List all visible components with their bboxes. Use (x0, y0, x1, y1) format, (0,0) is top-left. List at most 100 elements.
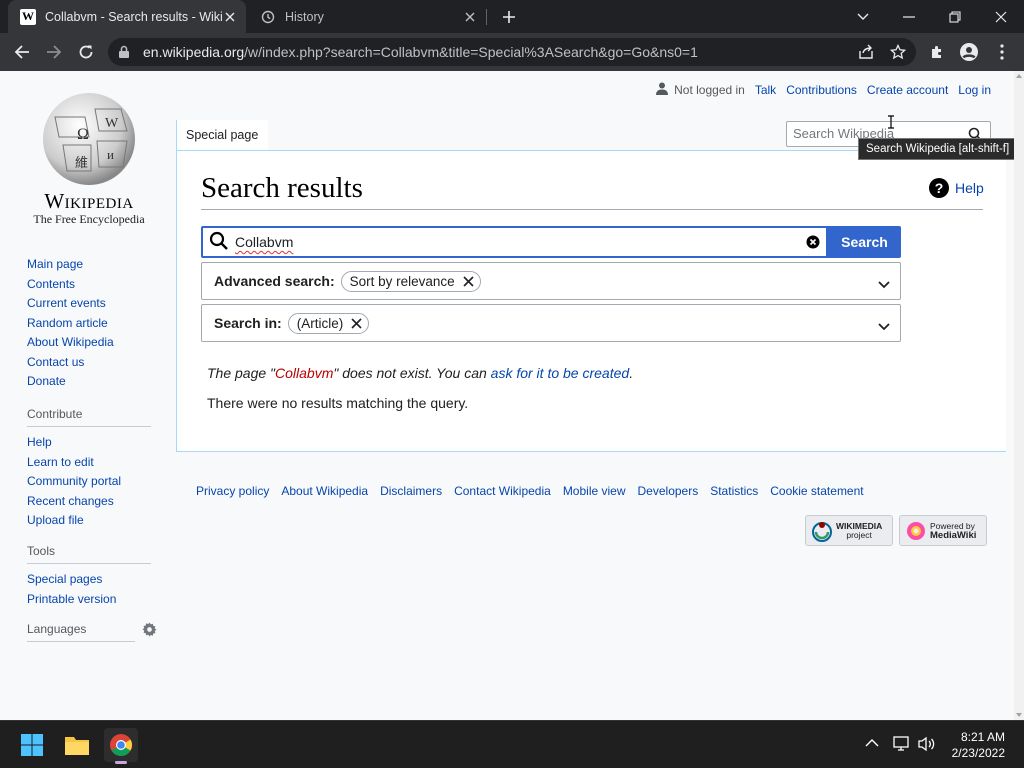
remove-chip-icon[interactable] (351, 317, 362, 329)
mediawiki-badge-bottom: MediaWiki (930, 529, 977, 541)
footer-disclaimers[interactable]: Disclaimers (380, 484, 442, 498)
tab-history[interactable]: History (248, 0, 486, 33)
url-host: en.wikipedia.org (143, 44, 245, 60)
sidebar-tools: Tools Special pages Printable version (27, 544, 151, 609)
svg-text:и: и (107, 147, 114, 162)
minimize-icon[interactable] (886, 0, 932, 33)
address-bar[interactable]: en.wikipedia.org/w/index.php?search=Coll… (108, 38, 916, 66)
tab-special-page[interactable]: Special page (176, 120, 268, 151)
create-account-link[interactable]: Create account (867, 83, 948, 97)
wikipedia-favicon-icon: W (20, 8, 36, 25)
ask-create-link[interactable]: ask for it to be created (491, 365, 630, 381)
sidebar-item-learn-to-edit[interactable]: Learn to edit (27, 453, 151, 473)
history-clock-icon (260, 9, 276, 25)
sidebar-item-recent-changes[interactable]: Recent changes (27, 492, 151, 512)
search-in-panel[interactable]: Search in: (Article) (201, 304, 901, 342)
search-button[interactable]: Search (828, 226, 901, 258)
new-tab-plus-icon[interactable] (499, 7, 519, 27)
close-window-icon[interactable] (978, 0, 1024, 33)
puzzle-globe-icon: Ω W 維 и (37, 87, 141, 187)
sidebar-item-community-portal[interactable]: Community portal (27, 472, 151, 492)
wikipedia-logo[interactable]: Ω W 維 и Wikipedia The Free Encyclopedia (24, 87, 154, 227)
message-middle: " does not exist. You can (333, 365, 491, 381)
tab-close-icon[interactable] (222, 9, 238, 25)
tab-search-chevron-icon[interactable] (840, 0, 886, 33)
contributions-link[interactable]: Contributions (786, 83, 857, 97)
sidebar-item-random-article[interactable]: Random article (27, 314, 114, 334)
reload-icon[interactable] (72, 38, 100, 66)
no-results-text: There were no results matching the query… (207, 395, 469, 411)
wikimedia-logo-icon (812, 521, 832, 542)
footer-contact-wikipedia[interactable]: Contact Wikipedia (454, 484, 551, 498)
powered-by-mediawiki-badge[interactable]: Powered by MediaWiki (899, 515, 987, 546)
search-magnifier-icon (209, 231, 229, 254)
language-settings-gear-icon[interactable] (142, 622, 157, 640)
sort-chip[interactable]: Sort by relevance (340, 270, 481, 292)
footer-privacy-policy[interactable]: Privacy policy (196, 484, 269, 498)
help-question-icon: ? (929, 178, 949, 198)
lock-icon[interactable] (118, 45, 132, 59)
log-in-link[interactable]: Log in (958, 83, 991, 97)
sidebar-item-help[interactable]: Help (27, 433, 151, 453)
clear-input-icon[interactable] (806, 235, 820, 252)
clock-date: 2/23/2022 (951, 746, 1005, 760)
tools-heading: Tools (27, 544, 151, 564)
menu-kebab-icon[interactable] (988, 38, 1016, 66)
footer-about-wikipedia[interactable]: About Wikipedia (281, 484, 368, 498)
bookmark-star-icon[interactable] (889, 43, 907, 63)
sidebar-item-contents[interactable]: Contents (27, 275, 114, 295)
tab-wikipedia[interactable]: W Collabvm - Search results - Wikip (8, 0, 246, 33)
sidebar-item-printable-version[interactable]: Printable version (27, 590, 151, 610)
footer-mobile-view[interactable]: Mobile view (563, 484, 626, 498)
volume-icon[interactable] (918, 736, 936, 755)
chrome-taskbar-icon[interactable] (104, 728, 138, 764)
sidebar-item-special-pages[interactable]: Special pages (27, 570, 151, 590)
forward-arrow-icon[interactable] (40, 38, 68, 66)
contribute-heading: Contribute (27, 407, 151, 427)
page-scrollbar[interactable] (1014, 71, 1024, 720)
sidebar-item-contact-us[interactable]: Contact us (27, 353, 114, 373)
system-clock[interactable]: 8:21 AM 2/23/2022 (952, 729, 1005, 761)
profile-avatar-icon[interactable] (955, 38, 983, 66)
show-hidden-icons-chevron-icon[interactable] (865, 736, 879, 751)
sidebar-item-current-events[interactable]: Current events (27, 294, 114, 314)
share-icon[interactable] (858, 44, 874, 63)
search-tooltip: Search Wikipedia [alt-shift-f] (858, 138, 1021, 160)
restore-icon[interactable] (932, 0, 978, 33)
sidebar-item-donate[interactable]: Donate (27, 372, 114, 392)
namespace-chip[interactable]: (Article) (287, 312, 370, 334)
page-not-exist-message: The page "Collabvm" does not exist. You … (207, 365, 633, 381)
tab-title: History (285, 9, 324, 24)
svg-text:Ω: Ω (77, 126, 89, 143)
footer-cookie-statement[interactable]: Cookie statement (770, 484, 863, 498)
sidebar-item-upload-file[interactable]: Upload file (27, 511, 151, 531)
file-explorer-icon[interactable] (60, 728, 94, 762)
expand-chevron-icon[interactable] (878, 276, 890, 292)
message-prefix: The page " (207, 365, 276, 381)
windows-start-icon[interactable] (15, 728, 49, 762)
windows-taskbar: 8:21 AM 2/23/2022 (0, 720, 1024, 768)
sidebar-item-main-page[interactable]: Main page (27, 255, 114, 275)
wiki-page: Ω W 維 и Wikipedia The Free Encyclopedia … (0, 71, 1021, 720)
network-icon[interactable] (893, 736, 911, 755)
tab-close-icon[interactable] (462, 9, 478, 25)
advanced-search-panel[interactable]: Advanced search: Sort by relevance (201, 262, 901, 300)
svg-text:W: W (105, 116, 119, 131)
scroll-up-icon[interactable] (1016, 74, 1022, 78)
wikimedia-project-badge[interactable]: WIKIMEDIA project (805, 515, 893, 546)
remove-chip-icon[interactable] (463, 275, 474, 287)
extensions-puzzle-icon[interactable] (923, 38, 951, 66)
expand-chevron-icon[interactable] (878, 318, 890, 334)
back-arrow-icon[interactable] (8, 38, 36, 66)
help-link[interactable]: ? Help (929, 178, 984, 198)
sidebar-item-about-wikipedia[interactable]: About Wikipedia (27, 333, 114, 353)
footer-statistics[interactable]: Statistics (710, 484, 758, 498)
footer-developers[interactable]: Developers (638, 484, 699, 498)
scroll-down-icon[interactable] (1016, 713, 1022, 717)
talk-link[interactable]: Talk (755, 83, 776, 97)
wikimedia-badge-bottom: project (846, 529, 872, 540)
sort-chip-label: Sort by relevance (349, 273, 455, 289)
redlink-collabvm[interactable]: Collabvm (275, 365, 333, 381)
mediawiki-flower-icon (907, 521, 925, 540)
search-query-input[interactable]: Collabvm (201, 226, 828, 258)
